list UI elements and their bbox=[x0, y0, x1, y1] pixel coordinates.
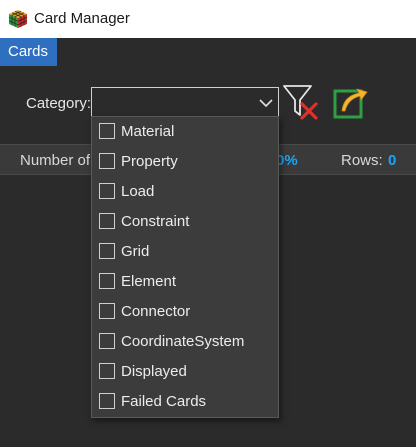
option-label: Element bbox=[121, 273, 177, 290]
category-option-constraint[interactable]: Constraint bbox=[92, 207, 278, 237]
option-label: Grid bbox=[121, 243, 150, 260]
checkbox[interactable] bbox=[99, 243, 115, 259]
category-option-load[interactable]: Load bbox=[92, 177, 278, 207]
category-option-failed-cards[interactable]: Failed Cards bbox=[92, 387, 278, 417]
category-option-grid[interactable]: Grid bbox=[92, 237, 278, 267]
checkbox[interactable] bbox=[99, 363, 115, 379]
title-bar: Card Manager bbox=[0, 0, 416, 38]
option-label: Constraint bbox=[121, 213, 190, 230]
category-dropdown: Material Property Load Constraint Grid E… bbox=[91, 116, 279, 418]
checkbox[interactable] bbox=[99, 123, 115, 139]
category-option-element[interactable]: Element bbox=[92, 267, 278, 297]
category-select[interactable] bbox=[91, 87, 279, 117]
window-title: Card Manager bbox=[34, 10, 130, 27]
category-option-property[interactable]: Property bbox=[92, 147, 278, 177]
checkbox[interactable] bbox=[99, 153, 115, 169]
category-option-material[interactable]: Material bbox=[92, 117, 278, 147]
rows-value: 0 bbox=[388, 152, 397, 169]
percent-value: 0% bbox=[276, 152, 298, 169]
checkbox[interactable] bbox=[99, 303, 115, 319]
checkbox[interactable] bbox=[99, 333, 115, 349]
export-arrow-icon bbox=[332, 88, 370, 125]
option-label: CoordinateSystem bbox=[121, 333, 245, 350]
option-label: Connector bbox=[121, 303, 191, 320]
checkbox[interactable] bbox=[99, 183, 115, 199]
option-label: Material bbox=[121, 123, 175, 140]
chevron-down-icon bbox=[259, 96, 273, 108]
app-cube-icon bbox=[8, 9, 28, 29]
option-label: Property bbox=[121, 153, 178, 170]
category-option-connector[interactable]: Connector bbox=[92, 297, 278, 327]
checkbox[interactable] bbox=[99, 213, 115, 229]
checkbox[interactable] bbox=[99, 273, 115, 289]
option-label: Failed Cards bbox=[121, 393, 207, 410]
export-button[interactable] bbox=[332, 83, 370, 121]
category-label: Category: bbox=[26, 95, 92, 112]
checkbox[interactable] bbox=[99, 393, 115, 409]
clear-filter-button[interactable] bbox=[281, 82, 321, 122]
rows-label: Rows: bbox=[341, 152, 383, 169]
category-option-displayed[interactable]: Displayed bbox=[92, 357, 278, 387]
category-option-coordinatesystem[interactable]: CoordinateSystem bbox=[92, 327, 278, 357]
funnel-clear-icon bbox=[281, 85, 321, 126]
menu-bar: Cards bbox=[0, 38, 416, 66]
number-of-label: Number of bbox=[20, 152, 91, 169]
option-label: Displayed bbox=[121, 363, 187, 380]
menu-cards[interactable]: Cards bbox=[0, 38, 57, 66]
option-label: Load bbox=[121, 183, 155, 200]
